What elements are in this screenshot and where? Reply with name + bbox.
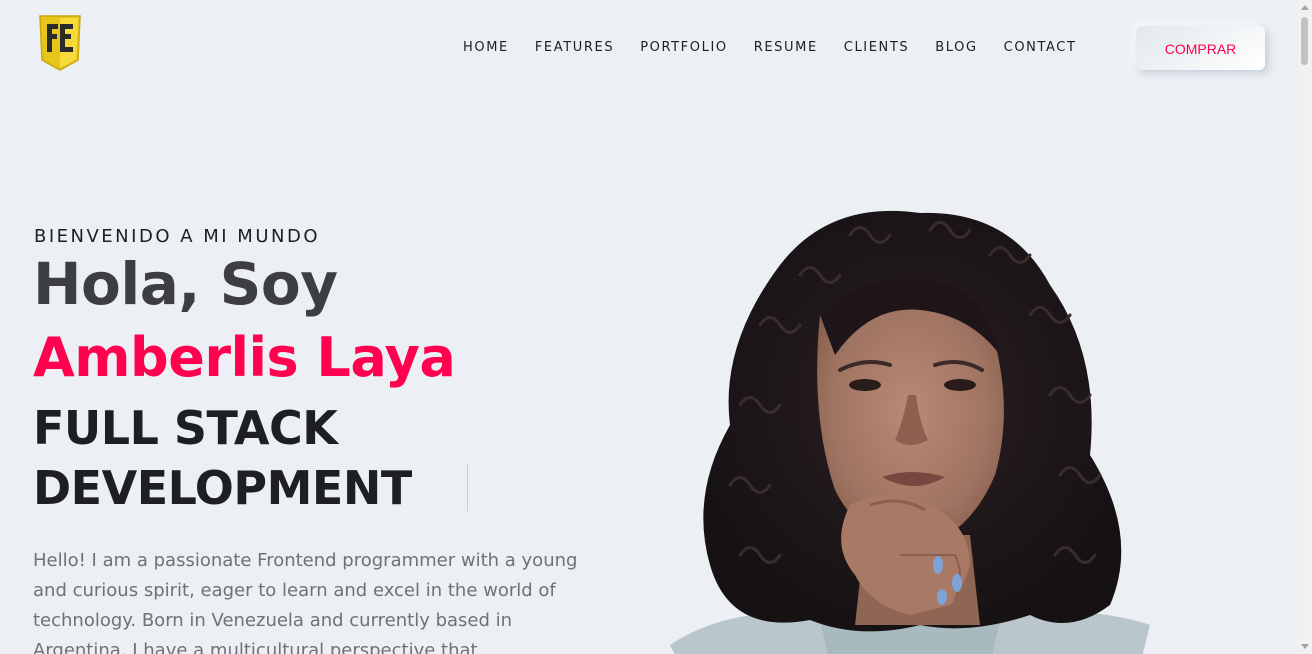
scroll-down-arrow-icon[interactable] [1301, 644, 1309, 649]
nav-item-resume[interactable]: RESUME [741, 39, 831, 57]
buy-button[interactable]: COMPRAR [1136, 26, 1265, 70]
nav-item-blog[interactable]: BLOG [922, 39, 990, 57]
welcome-subtitle: BIENVENIDO A MI MUNDO [34, 226, 320, 247]
fe-shield-logo-icon[interactable] [36, 14, 84, 72]
name-heading: Amberlis Laya [33, 326, 456, 389]
nav-item-portfolio[interactable]: PORTFOLIO [627, 39, 741, 57]
page: HOME FEATURES PORTFOLIO RESUME CLIENTS B… [0, 0, 1312, 654]
typing-cursor [467, 463, 468, 511]
nav-item-contact[interactable]: CONTACT [991, 39, 1090, 57]
nav-item-clients[interactable]: CLIENTS [831, 39, 923, 57]
scrollbar-thumb[interactable] [1301, 17, 1308, 65]
scroll-up-arrow-icon[interactable] [1301, 5, 1309, 10]
nav-item-home[interactable]: HOME [450, 39, 522, 57]
main-nav: HOME FEATURES PORTFOLIO RESUME CLIENTS B… [450, 39, 1090, 57]
greeting-heading: Hola, Soy [33, 250, 338, 318]
profile-photo [670, 205, 1160, 654]
bio-paragraph: Hello! I am a passionate Frontend progra… [33, 550, 578, 654]
page-scrollbar[interactable] [1298, 0, 1312, 654]
role-heading: FULL STACK DEVELOPMENT [33, 401, 412, 515]
nav-item-features[interactable]: FEATURES [522, 39, 627, 57]
